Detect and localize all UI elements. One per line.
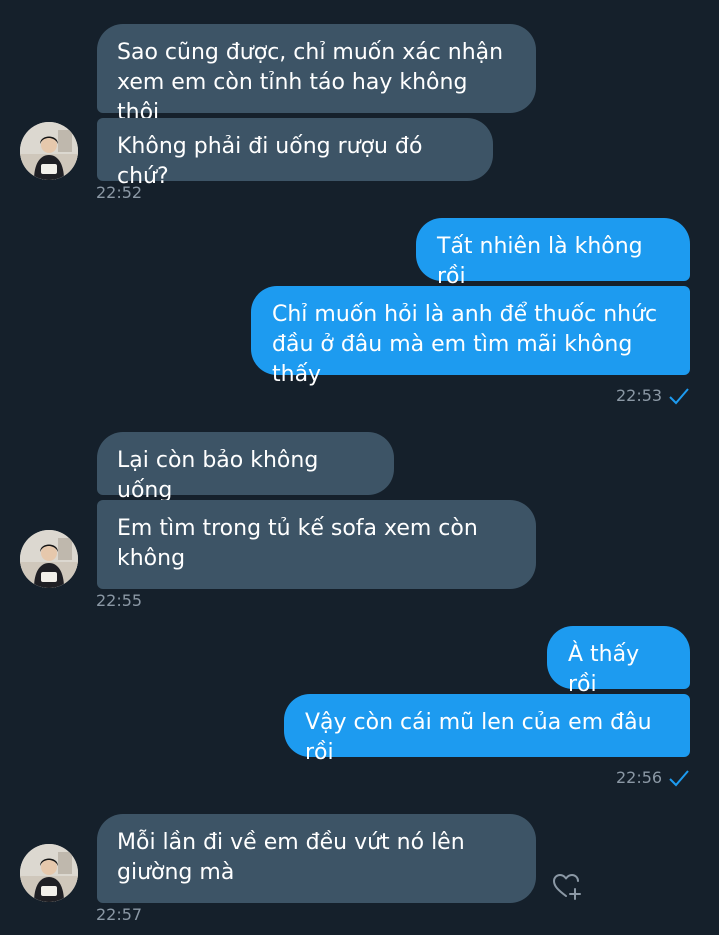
check-icon [669,770,689,787]
timestamp: 22:57 [96,905,143,924]
timestamp: 22:53 [616,386,663,405]
incoming-message[interactable]: Mỗi lần đi về em đều vứt nó lên giường m… [97,814,536,903]
timestamp: 22:55 [96,591,143,610]
contact-avatar[interactable] [20,122,78,180]
incoming-message[interactable]: Lại còn bảo không uống [97,432,394,503]
avatar-photo [20,530,78,588]
contact-avatar[interactable] [20,530,78,588]
heart-plus-icon[interactable] [552,872,584,902]
avatar-photo [20,844,78,902]
outgoing-message[interactable]: Chỉ muốn hỏi là anh để thuốc nhức đầu ở … [251,286,690,387]
avatar-photo [20,122,78,180]
incoming-message[interactable]: Sao cũng được, chỉ muốn xác nhận xem em … [97,24,536,125]
timestamp: 22:56 [616,768,663,787]
outgoing-message[interactable]: Vậy còn cái mũ len của em đâu rồi [284,694,690,765]
outgoing-message[interactable]: À thấy rồi [547,626,690,697]
incoming-message[interactable]: Không phải đi uống rượu đó chứ? [97,118,493,189]
incoming-message[interactable]: Em tìm trong tủ kế sofa xem còn không [97,500,536,589]
timestamp: 22:52 [96,183,143,202]
contact-avatar[interactable] [20,844,78,902]
check-icon [669,388,689,405]
outgoing-message[interactable]: Tất nhiên là không rồi [416,218,690,289]
conversation-view: Sao cũng được, chỉ muốn xác nhận xem em … [0,0,719,935]
